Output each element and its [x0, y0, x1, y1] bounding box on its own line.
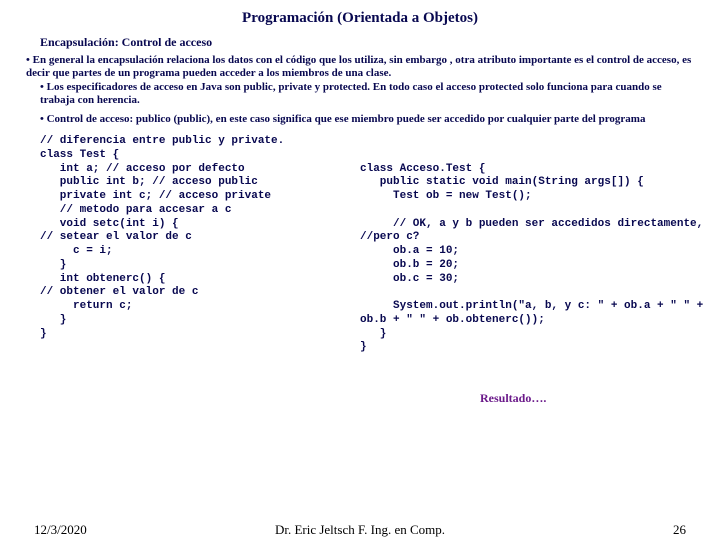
- footer-author: Dr. Eric Jeltsch F. Ing. en Comp. Univer…: [0, 522, 720, 540]
- code-right-wrap: class Acceso.Test { public static void m…: [360, 135, 700, 433]
- slide: Programación (Orientada a Objetos) Encap…: [0, 0, 720, 540]
- footer-author-line1: Dr. Eric Jeltsch F. Ing. en Comp.: [275, 522, 445, 537]
- slide-subtitle: Encapsulación: Control de acceso: [40, 35, 720, 50]
- code-left: // diferencia entre public y private. cl…: [40, 135, 360, 433]
- code-right: class Acceso.Test { public static void m…: [360, 163, 700, 356]
- paragraph-1a: En general la encapsulación relaciona lo…: [26, 54, 694, 79]
- footer-page-number: 26: [673, 522, 686, 538]
- paragraph-2: Control de acceso: publico (public), en …: [40, 113, 690, 126]
- paragraph-1b: Los especificadores de acceso en Java so…: [40, 81, 694, 106]
- result-label: Resultado….: [480, 391, 700, 406]
- code-columns: // diferencia entre public y private. cl…: [40, 135, 700, 433]
- slide-title: Programación (Orientada a Objetos): [0, 0, 720, 27]
